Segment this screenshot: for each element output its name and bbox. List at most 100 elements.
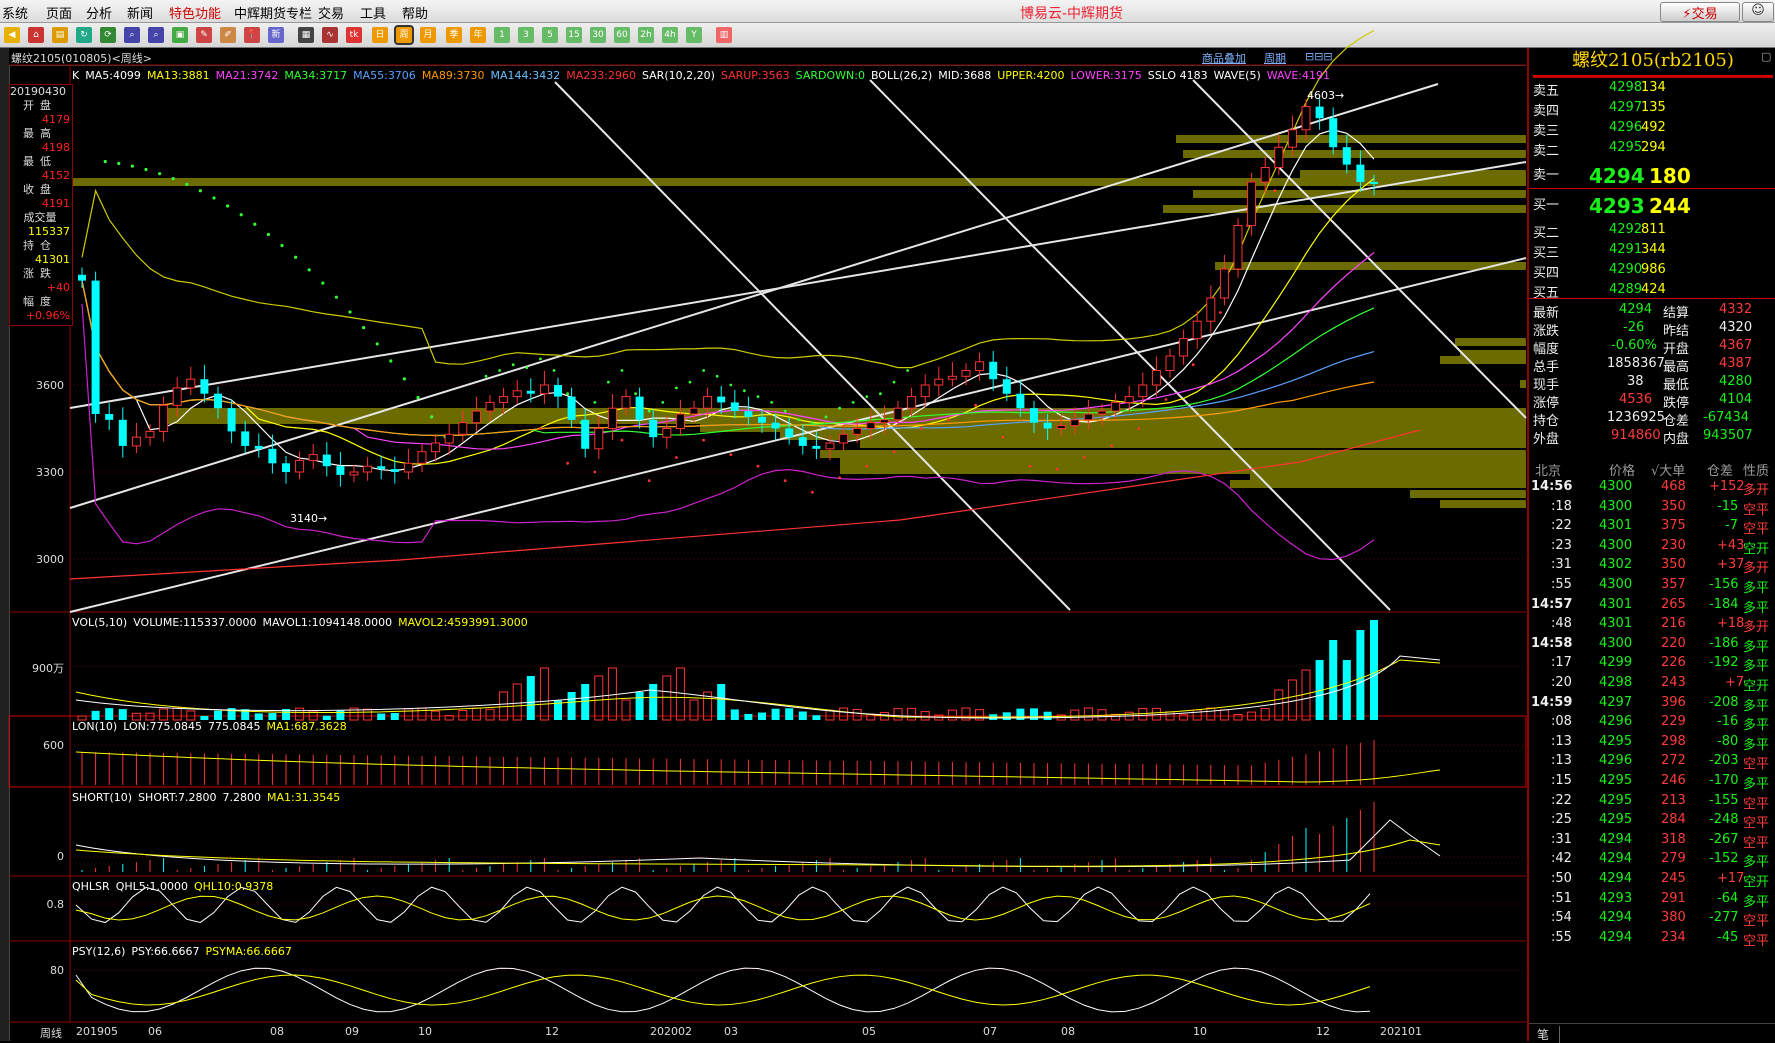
sar-dot [185,182,189,186]
bid-row[interactable]: 买五 4289 424 [1529,282,1775,302]
tick-row[interactable]: :55 4294 234 -45 空平 [1529,930,1775,952]
tick-oi-change: +17 [1717,871,1745,886]
candle-body [485,401,495,412]
sar-dot [389,359,393,363]
ask-label: 卖三 [1533,124,1560,139]
tick-price: 4296 [1599,753,1633,769]
sar-dot [824,415,828,419]
main-legend-item: K [72,69,80,82]
volume-bar [825,709,835,721]
candle-body [1274,146,1284,168]
bid-volume: 986 [1641,262,1666,277]
tick-nature: 多开 [1743,483,1770,498]
panel-footer: 笔 [1529,1023,1775,1043]
info-change-label: 涨跌 [23,267,57,280]
candle-body [1043,422,1052,429]
candle-body [1192,320,1202,340]
date-axis-label: 202002 [650,1025,692,1038]
sar-dot [702,369,705,372]
sar-dot [539,357,542,361]
sar-dot [634,392,637,396]
volume-bar [771,708,780,720]
volume-bar [295,707,305,721]
tick-time: :20 [1551,675,1572,690]
sar-dot [661,401,665,404]
main-legend-item: MA21:3742 [215,69,279,82]
bid-row[interactable]: 买四 4290 986 [1529,262,1775,282]
volume-profile-bar [860,440,1526,448]
info-oi-value: 41301 [35,253,70,266]
tick-header-volume: √大单 [1651,464,1686,479]
sar-dot [865,464,869,468]
psy-legend-item: PSYMA:66.6667 [205,945,292,958]
tick-volume: 265 [1661,596,1686,612]
quote-label: 最高 [1663,360,1690,375]
sar-dot [144,167,148,172]
quote-label: 最低 [1663,378,1690,393]
candle-body [200,379,209,394]
candle-body [308,454,318,461]
quote-value: 914860 [1611,428,1661,443]
tick-nature: 空平 [1743,933,1770,949]
volume-bar [485,708,495,721]
sar-dot [756,464,760,468]
volume-profile-bar [1183,150,1526,158]
ask-row[interactable]: 卖三 4296 492 [1529,120,1775,140]
bid-price: 4291 [1609,242,1643,257]
tick-time: :13 [1551,733,1572,749]
volume-bar [105,708,114,720]
sar-dot [702,438,705,442]
candle-body [961,370,971,377]
tick-volume: 216 [1661,616,1686,632]
ask-row[interactable]: 卖二 4295 294 [1529,140,1775,160]
bid-row[interactable]: 买一 4293 244 [1529,194,1775,218]
quote-row[interactable]: 现手 38 最低 4280 [1529,374,1775,394]
tick-time: 14:58 [1531,635,1573,651]
sar-dot [1110,444,1113,448]
tick-tab[interactable]: 笔 [1537,1026,1561,1043]
candle-body [417,451,427,464]
sar-dot [253,222,257,226]
main-legend-item: BOLL(26,2) [870,69,933,82]
ask-row[interactable]: 卖四 4297 135 [1529,100,1775,120]
tick-price: 4301 [1599,518,1633,534]
volume-profile-bar [1520,380,1526,388]
sar-dot [280,243,284,248]
info-pct-label: 幅度 [23,295,57,308]
quote-row[interactable]: 涨停 4536 跌停 4104 [1529,392,1775,412]
candle-body [662,428,672,438]
bid-row[interactable]: 买三 4291 344 [1529,242,1775,262]
volume-bar [1260,708,1270,721]
tick-nature: 空平 [1743,914,1770,930]
bid-label: 买一 [1533,198,1560,213]
volume-bar [417,707,427,721]
volume-bar [662,675,672,721]
quote-row[interactable]: 最新 4294 结算 4332 [1529,302,1775,322]
quote-row[interactable]: 外盘 914860 内盘 943507 [1529,428,1775,448]
quote-row[interactable]: 总手 1858367 最高 4387 [1529,356,1775,376]
quote-value: 1236925 [1607,410,1665,425]
candle-body [554,385,562,397]
quote-value: 4332 [1719,302,1753,317]
short-legend-item: 7.2800 [222,791,262,804]
bid-row[interactable]: 买二 4292 811 [1529,222,1775,242]
candle-body [78,274,86,281]
ask-row[interactable]: 卖一 4294 180 [1529,164,1775,188]
candle-body [581,419,590,449]
volume-legend-item: MAVOL2:4593991.3000 [398,616,528,629]
candle-body [458,422,468,435]
quote-row[interactable]: 涨跌 -26 昨结 4320 [1529,320,1775,340]
quote-label: 仓差 [1663,414,1690,429]
tick-oi-change: +37 [1717,557,1745,573]
sar-dot [484,374,488,378]
tick-nature: 多平 [1743,600,1770,616]
sar-dot [402,377,406,381]
low-price-annotation: 3140→ [290,512,328,525]
ask-row[interactable]: 卖五 4298 134 [1529,80,1775,100]
tick-time: :31 [1551,831,1572,847]
tick-oi-change: -15 [1717,498,1739,514]
quote-row[interactable]: 持仓 1236925 仓差 -67434 [1529,410,1775,430]
quote-row[interactable]: 幅度 -0.60% 开盘 4367 [1529,338,1775,358]
sar-dot [593,470,597,474]
panel-close-icon[interactable]: ▢ [1761,50,1771,63]
